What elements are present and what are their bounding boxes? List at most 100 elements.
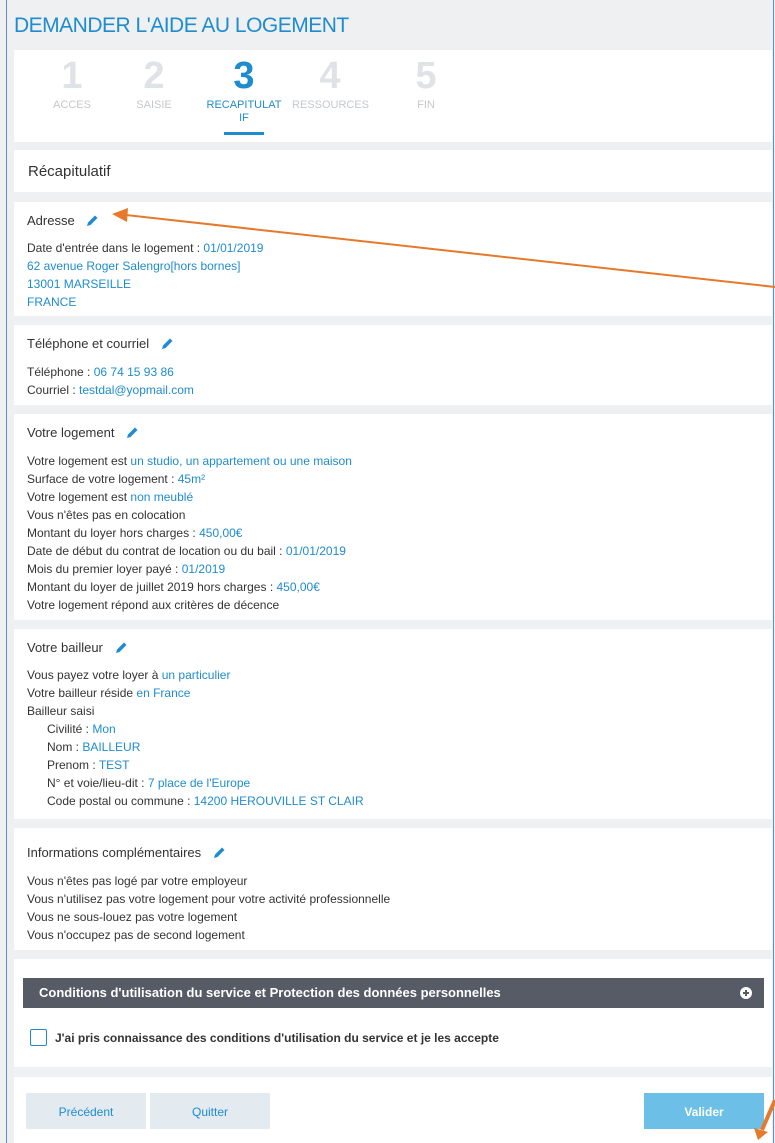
housing-title-text: Votre logement bbox=[27, 425, 115, 440]
landlord-name-line: Nom : BAILLEUR bbox=[27, 738, 364, 756]
step-label: FIN bbox=[417, 99, 435, 111]
contact-details: Téléphone : 06 74 15 93 86 Courriel : te… bbox=[27, 363, 194, 399]
accept-conditions-label[interactable]: J'ai pris connaissance des conditions d'… bbox=[55, 1031, 499, 1045]
extra-line: Vous n'utilisez pas votre logement pour … bbox=[27, 892, 391, 906]
quit-button[interactable]: Quitter bbox=[150, 1093, 270, 1129]
conditions-title: Conditions d'utilisation du service et P… bbox=[39, 985, 501, 1000]
conditions-accordion[interactable]: Conditions d'utilisation du service et P… bbox=[23, 978, 764, 1008]
edit-landlord-icon[interactable] bbox=[115, 641, 128, 657]
landlord-name-label: Nom : bbox=[47, 740, 83, 754]
first-rent-line: Mois du premier loyer payé : 01/2019 bbox=[27, 560, 352, 578]
extra-line: Vous ne sous-louez pas votre logement bbox=[27, 910, 238, 924]
footer-actions: Précédent Quitter Valider bbox=[14, 1077, 772, 1143]
rent-line: Montant du loyer hors charges : 450,00€ bbox=[27, 524, 352, 542]
entry-date-value: 01/01/2019 bbox=[203, 241, 264, 255]
decency-line: Votre logement répond aux critères de dé… bbox=[27, 598, 280, 612]
furnished-value: non meublé bbox=[130, 490, 194, 504]
submit-button[interactable]: Valider bbox=[644, 1093, 764, 1129]
payee-label: Vous payez votre loyer à bbox=[27, 668, 162, 682]
step-number: 1 bbox=[61, 55, 83, 97]
step-number: 3 bbox=[233, 55, 255, 97]
july-rent-value: 450,00€ bbox=[276, 580, 320, 594]
step-recapitulatif: 3 RECAPITULATIF bbox=[206, 56, 282, 125]
july-rent-label: Montant du loyer de juillet 2019 hors ch… bbox=[27, 580, 277, 594]
civility-line: Civilité : Mon bbox=[27, 720, 364, 738]
contact-card: Téléphone et courriel Téléphone : 06 74 … bbox=[14, 325, 772, 405]
housing-details: Votre logement est un studio, un apparte… bbox=[27, 452, 352, 614]
landlord-details: Vous payez votre loyer à un particulier … bbox=[27, 666, 364, 810]
surface-value: 45m² bbox=[177, 472, 206, 486]
landlord-street-label: N° et voie/lieu-dit : bbox=[47, 776, 148, 790]
step-label: RESSOURCES bbox=[292, 99, 370, 111]
step-ressources: 4 RESSOURCES bbox=[292, 55, 370, 112]
step-label: RECAPITULATIF bbox=[206, 99, 282, 124]
plus-circle-icon[interactable] bbox=[740, 987, 752, 999]
extra-line: Vous n'êtes pas logé par votre employeur bbox=[27, 874, 248, 888]
rent-value: 450,00€ bbox=[199, 526, 243, 540]
previous-button[interactable]: Précédent bbox=[26, 1093, 146, 1129]
landlord-entered-line: Bailleur saisi bbox=[27, 704, 95, 718]
landlord-firstname-value: TEST bbox=[98, 758, 130, 772]
july-rent-line: Montant du loyer de juillet 2019 hors ch… bbox=[27, 578, 352, 596]
page-title: DEMANDER L'AIDE AU LOGEMENT bbox=[14, 14, 349, 37]
address-card: Adresse Date d'entrée dans le logement :… bbox=[14, 202, 772, 316]
recap-title: Récapitulatif bbox=[28, 163, 111, 180]
landlord-street-line: N° et voie/lieu-dit : 7 place de l'Europ… bbox=[27, 774, 364, 792]
edit-address-icon[interactable] bbox=[86, 214, 99, 230]
extra-info-card: Informations complémentaires Vous n'êtes… bbox=[14, 828, 772, 950]
entry-date-line: Date d'entrée dans le logement : 01/01/2… bbox=[27, 239, 263, 257]
payee-value: un particulier bbox=[161, 668, 231, 682]
conditions-card bbox=[14, 959, 772, 1067]
housing-type-line: Votre logement est un studio, un apparte… bbox=[27, 452, 352, 470]
edit-contact-icon[interactable] bbox=[161, 337, 174, 353]
recap-header: Récapitulatif bbox=[14, 150, 772, 192]
edit-housing-icon[interactable] bbox=[126, 426, 139, 442]
address-title-text: Adresse bbox=[27, 213, 75, 228]
entry-date-label: Date d'entrée dans le logement : bbox=[27, 241, 204, 255]
first-rent-value: 01/2019 bbox=[181, 562, 226, 576]
step-number: 2 bbox=[143, 55, 165, 97]
extra-title-text: Informations complémentaires bbox=[27, 845, 202, 860]
housing-type-label: Votre logement est bbox=[27, 454, 131, 468]
accept-conditions-checkbox[interactable] bbox=[30, 1029, 47, 1046]
coloc-line: Vous n'êtes pas en colocation bbox=[27, 508, 186, 522]
phone-line: Téléphone : 06 74 15 93 86 bbox=[27, 363, 194, 381]
rent-label: Montant du loyer hors charges : bbox=[27, 526, 200, 540]
step-number: 5 bbox=[415, 55, 437, 97]
extra-details: Vous n'êtes pas logé par votre employeur… bbox=[27, 872, 390, 944]
housing-title: Votre logement bbox=[27, 425, 139, 442]
step-number: 4 bbox=[319, 55, 341, 97]
landlord-title: Votre bailleur bbox=[27, 640, 128, 657]
edit-extra-info-icon[interactable] bbox=[213, 846, 226, 862]
extra-title: Informations complémentaires bbox=[27, 845, 226, 862]
civility-label: Civilité : bbox=[47, 722, 93, 736]
resides-label: Votre bailleur réside bbox=[27, 686, 137, 700]
landlord-postal-line: Code postal ou commune : 14200 HEROUVILL… bbox=[27, 792, 364, 810]
address-title: Adresse bbox=[27, 213, 99, 230]
landlord-street-value: 7 place de l'Europe bbox=[147, 776, 251, 790]
landlord-name-value: BAILLEUR bbox=[82, 740, 141, 754]
email-label: Courriel : bbox=[27, 383, 80, 397]
landlord-title-text: Votre bailleur bbox=[27, 640, 103, 655]
surface-label: Surface de votre logement : bbox=[27, 472, 178, 486]
step-acces: 1 ACCES bbox=[34, 56, 110, 112]
lease-value: 01/01/2019 bbox=[285, 544, 346, 558]
surface-line: Surface de votre logement : 45m² bbox=[27, 470, 352, 488]
contact-title-text: Téléphone et courriel bbox=[27, 336, 150, 351]
landlord-postal-value: 14200 HEROUVILLE ST CLAIR bbox=[193, 794, 364, 808]
first-rent-label: Mois du premier loyer payé : bbox=[27, 562, 182, 576]
landlord-firstname-line: Prenom : TEST bbox=[27, 756, 364, 774]
landlord-postal-label: Code postal ou commune : bbox=[47, 794, 194, 808]
address-country: FRANCE bbox=[27, 295, 77, 309]
furnished-line: Votre logement est non meublé bbox=[27, 488, 352, 506]
lease-label: Date de début du contrat de location ou … bbox=[27, 544, 286, 558]
step-label: SAISIE bbox=[136, 99, 172, 111]
housing-type-value: un studio, un appartement ou une maison bbox=[130, 454, 352, 468]
email-line: Courriel : testdal@yopmail.com bbox=[27, 381, 194, 399]
address-city: 13001 MARSEILLE bbox=[27, 277, 132, 291]
address-details: Date d'entrée dans le logement : 01/01/2… bbox=[27, 239, 263, 311]
active-step-indicator bbox=[224, 132, 264, 135]
phone-value: 06 74 15 93 86 bbox=[93, 365, 174, 379]
landlord-card: Votre bailleur Vous payez votre loyer à … bbox=[14, 629, 772, 819]
landlord-firstname-label: Prenom : bbox=[47, 758, 99, 772]
